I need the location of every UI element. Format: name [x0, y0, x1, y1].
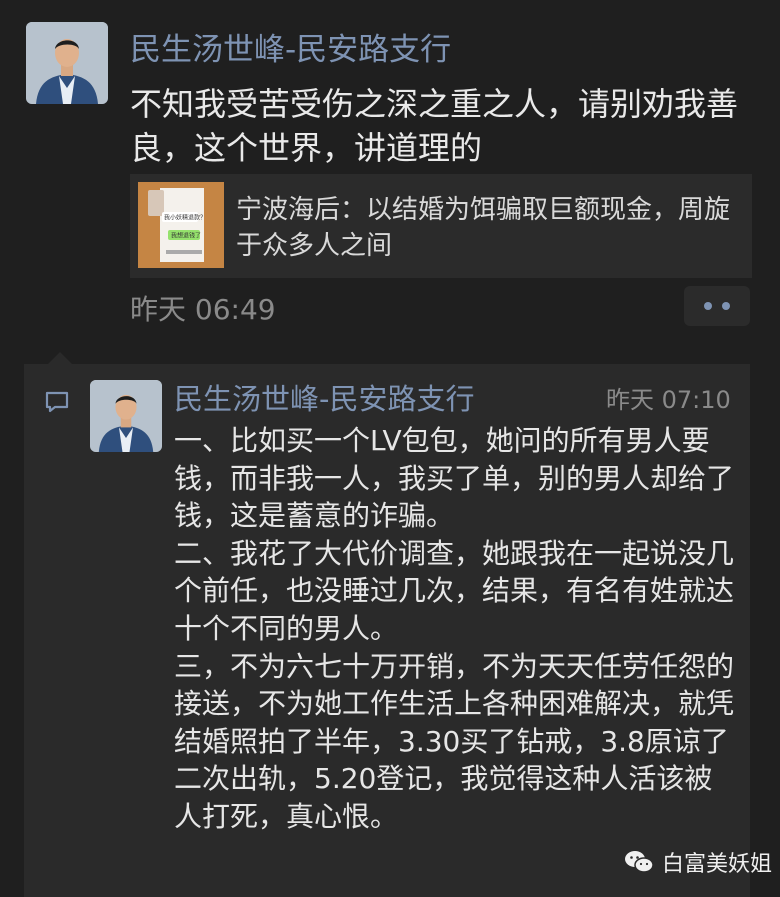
more-actions-button[interactable]: [684, 286, 750, 326]
post-author-name[interactable]: 民生汤世峰-民安路支行: [130, 24, 451, 69]
link-thumbnail: 我小妖精退款？ 我想退钱了: [138, 182, 224, 268]
comment-paragraph: 二、我花了大代价调查，她跟我在一起说没几个前任，也没睡过几次，结果，有名有姓就达…: [174, 536, 735, 645]
wechat-logo-icon: [625, 851, 654, 873]
post-text: 不知我受苦受伤之深之重之人，请别劝我善良，这个世界，讲道理的: [130, 85, 739, 167]
comment-box-arrow: [48, 352, 72, 364]
comment-paragraph: 一、比如买一个LV包包，她问的所有男人要钱，而非我一人，我买了单，别的男人却给了…: [174, 424, 735, 533]
comment-text: 一、比如买一个LV包包，她问的所有男人要钱，而非我一人，我买了单，别的男人却给了…: [174, 422, 734, 836]
comment-bubble-icon: [45, 391, 69, 413]
shared-link-card[interactable]: 我小妖精退款？ 我想退钱了 宁波海后：以结婚为饵骗取巨额现金，周旋于众多人之间: [130, 174, 752, 278]
watermark: 白富美妖姐: [624, 846, 772, 878]
thumb-chat-bubble-1: 我小妖精退款？: [164, 214, 206, 222]
more-dots-icon: [704, 302, 712, 310]
watermark-text: 白富美妖姐: [662, 852, 773, 877]
comment-timestamp: 昨天 07:10: [606, 386, 731, 414]
post-avatar[interactable]: [26, 22, 108, 104]
comment-author-name[interactable]: 民生汤世峰-民安路支行: [174, 376, 474, 418]
comment-paragraph: 三，不为六七十万开销，不为天天任劳任怨的接送，不为她工作生活上各种困难解决，就凭…: [174, 649, 735, 833]
person-portrait-icon: [90, 380, 162, 452]
comment-avatar[interactable]: [90, 380, 162, 452]
post-timestamp: 昨天 06:49: [130, 293, 276, 326]
thumb-chat-bubble-2: 我想退钱了: [171, 232, 201, 240]
person-portrait-icon: [26, 22, 108, 104]
link-title: 宁波海后：以结婚为饵骗取巨额现金，周旋于众多人之间: [236, 195, 731, 261]
more-dot-2: [722, 302, 730, 310]
